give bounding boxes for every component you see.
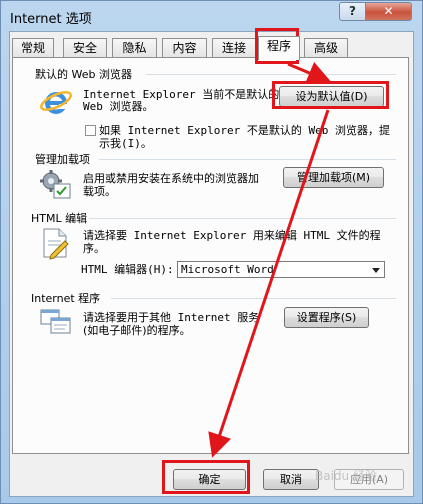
internet-programs-title: Internet 程序 [31, 292, 101, 305]
html-editor-icon [43, 228, 69, 260]
watermark: Baidu 经验 [315, 469, 377, 483]
tab-content[interactable]: 内容 [162, 38, 207, 58]
window-title: Internet 选项 [10, 12, 92, 27]
programs-panel: 默认的 Web 浏览器 Internet Explorer 当前不是默认的 We… [12, 57, 409, 454]
ie-logo-icon [40, 91, 72, 114]
html-editor-label: HTML 编辑器(H): [81, 263, 174, 276]
title-bar[interactable]: Internet 选项 ? ✕ [1, 1, 422, 31]
tab-general[interactable]: 常规 [12, 38, 54, 58]
tab-connections[interactable]: 连接 [212, 38, 256, 58]
checkbox-label-line1[interactable]: 如果 Internet Explorer 不是默认的 Web 浏览器，提 [99, 124, 390, 137]
dropdown-arrow-icon[interactable] [372, 268, 380, 273]
section-divider [146, 74, 396, 75]
cancel-button[interactable]: 取消 [263, 469, 319, 490]
prompt-default-checkbox[interactable] [85, 125, 96, 136]
html-editing-title: HTML 编辑 [31, 212, 88, 225]
default-browser-title: 默认的 Web 浏览器 [35, 68, 132, 81]
gear-addons-icon [40, 170, 71, 199]
default-browser-line2: Web 浏览器。 [83, 100, 154, 113]
html-editor-value: Microsoft Word [181, 263, 274, 276]
internet-programs-line1: 请选择要用于其他 Internet 服务 [83, 311, 260, 324]
addons-title: 管理加载项 [35, 153, 90, 166]
checkbox-label-line2[interactable]: 示我(I)。 [99, 137, 152, 150]
tab-programs[interactable]: 程序 [258, 36, 300, 60]
manage-addons-button[interactable]: 管理加载项(M) [283, 167, 384, 188]
highlight-ok-button [162, 460, 250, 494]
close-button[interactable]: ✕ [365, 2, 412, 21]
html-editing-line2: 序。 [83, 242, 105, 255]
highlight-set-default [272, 81, 389, 109]
html-editing-line1: 请选择要 Internet Explorer 用来编辑 HTML 文件的程 [83, 229, 381, 242]
addons-line1: 启用或禁用安装在系统中的浏览器加 [83, 172, 259, 185]
html-editor-select[interactable]: Microsoft Word [177, 261, 385, 278]
section-divider [111, 298, 396, 299]
addons-line2: 载项。 [83, 185, 116, 198]
tab-privacy[interactable]: 隐私 [112, 38, 157, 58]
internet-programs-line2: (如电子邮件)的程序。 [83, 324, 191, 337]
tab-security[interactable]: 安全 [63, 38, 107, 58]
programs-icon [40, 309, 71, 334]
section-divider [99, 159, 396, 160]
help-button[interactable]: ? [339, 2, 366, 21]
tab-advanced[interactable]: 高级 [304, 38, 348, 58]
section-divider [89, 218, 396, 219]
set-programs-button[interactable]: 设置程序(S) [284, 307, 369, 328]
